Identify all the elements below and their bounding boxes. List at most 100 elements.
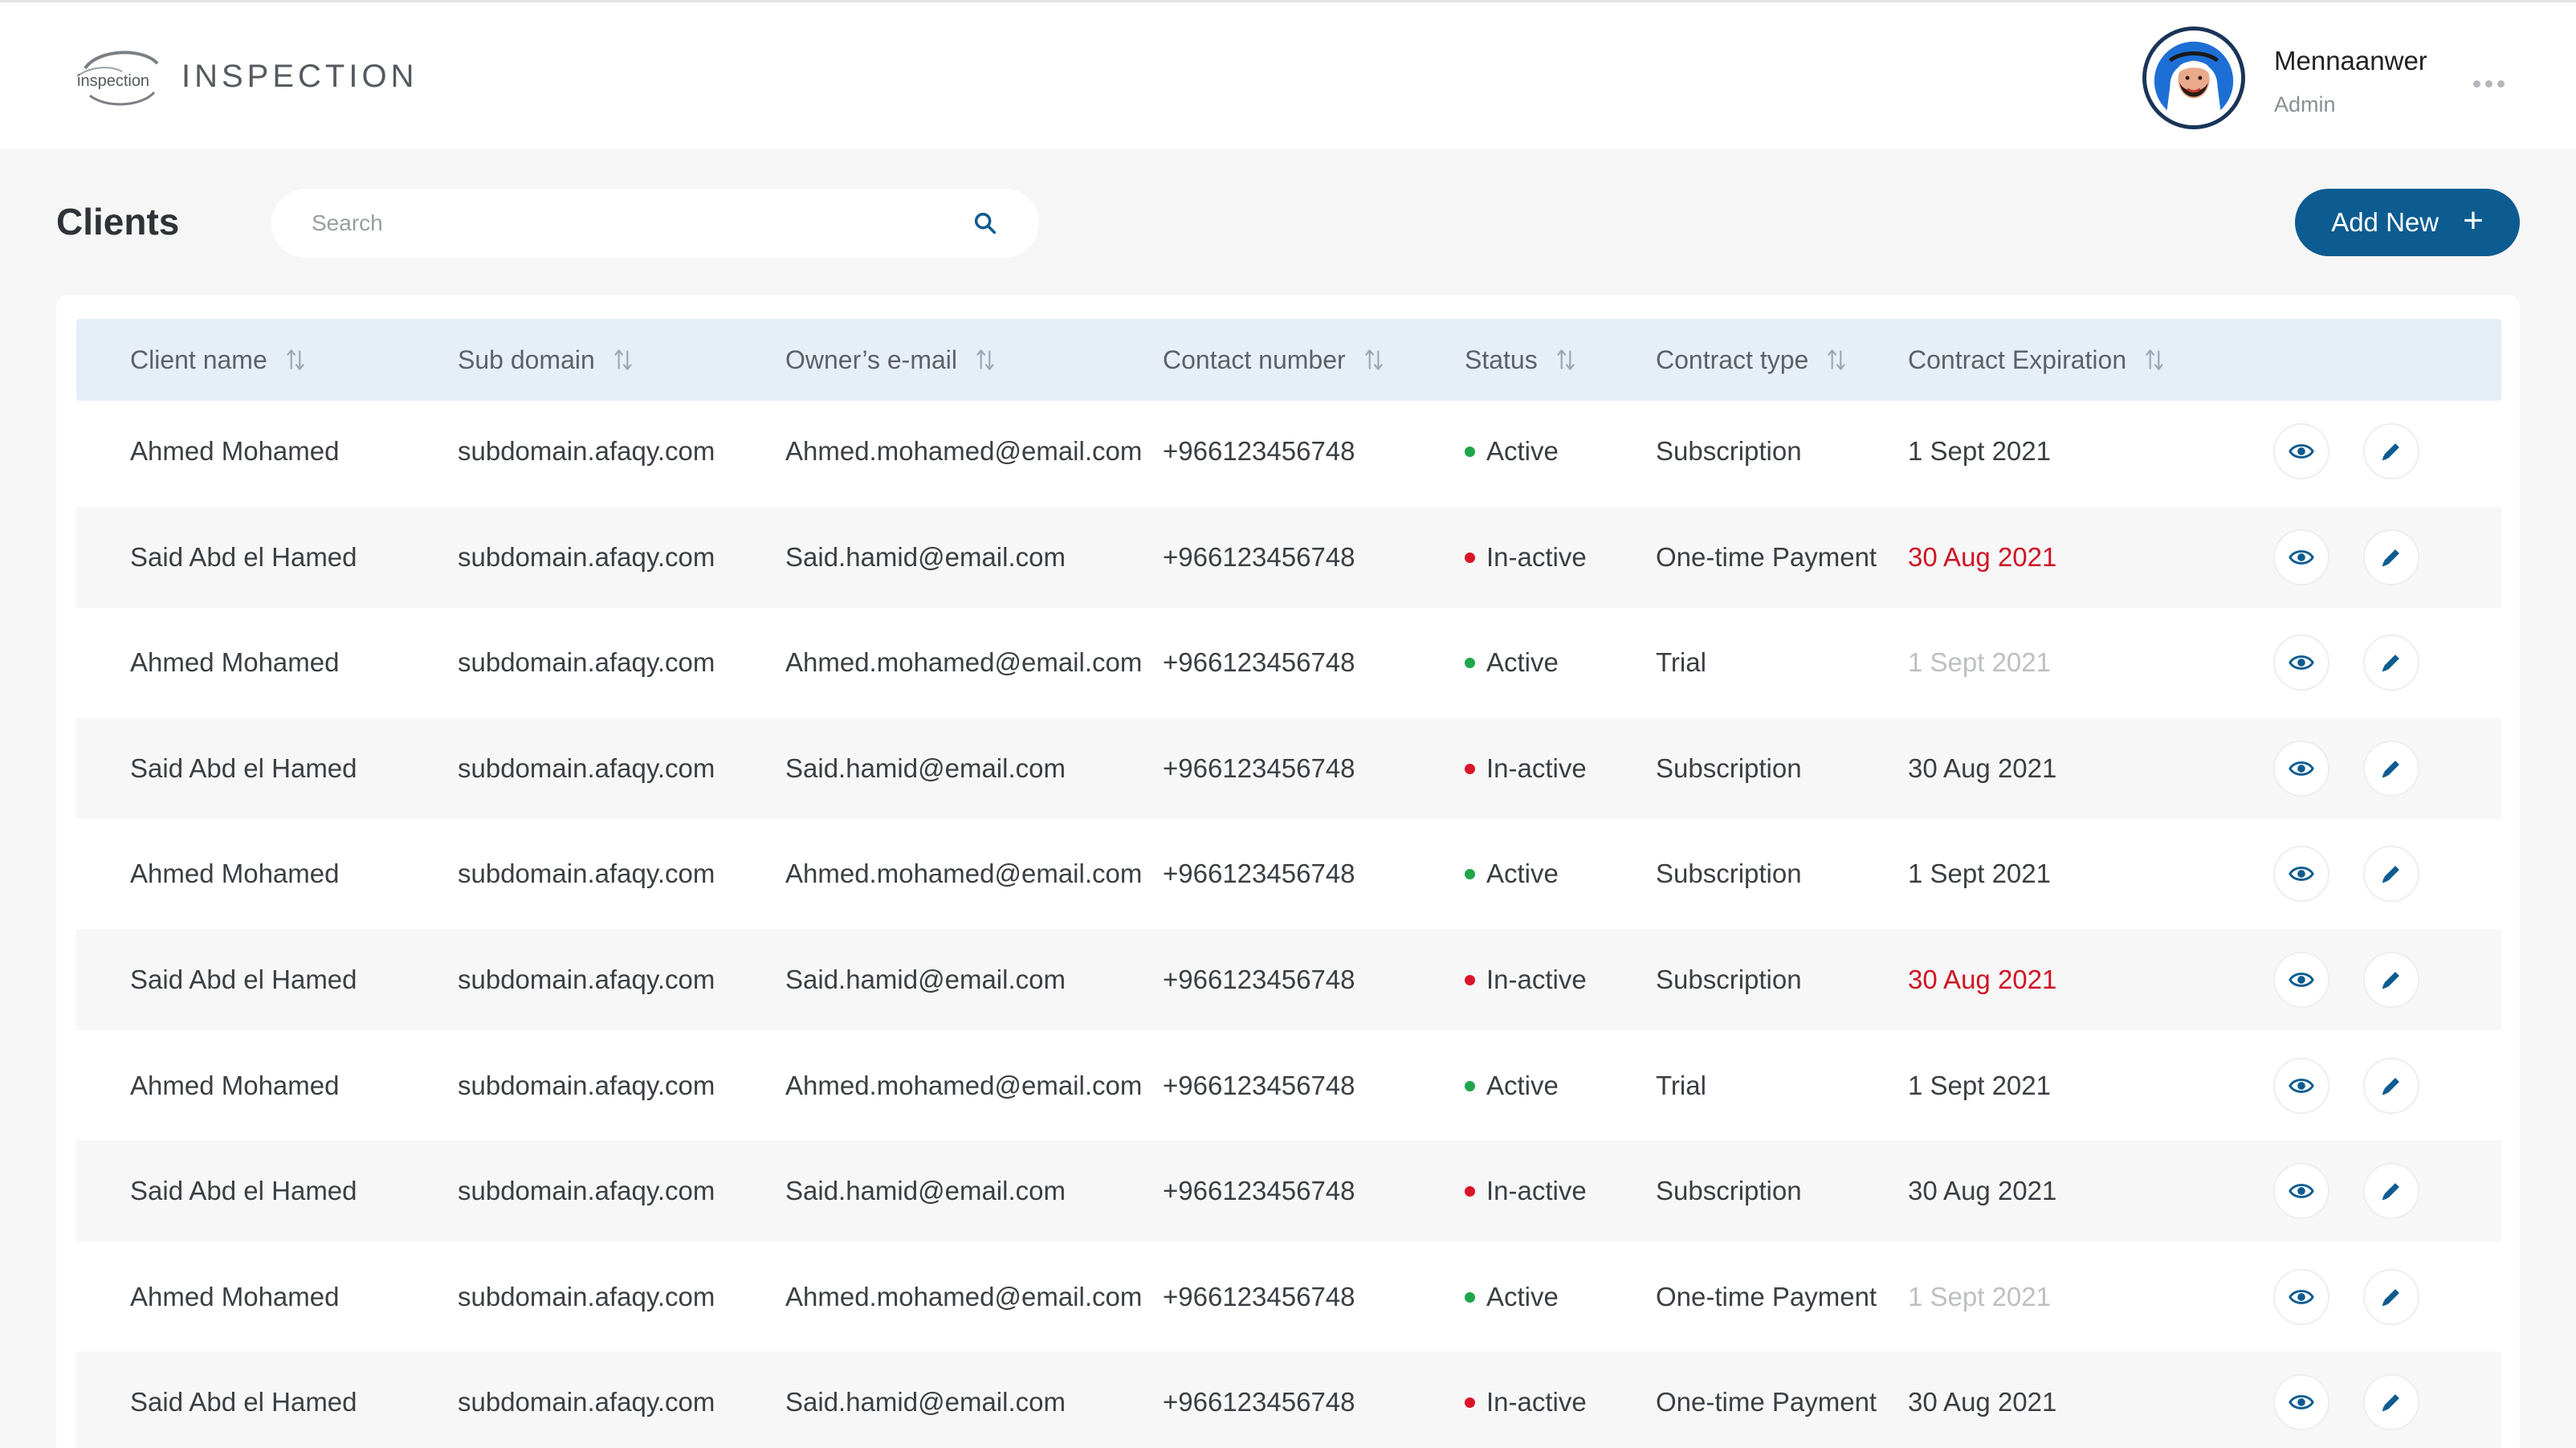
view-button[interactable] bbox=[2273, 1058, 2329, 1114]
view-button[interactable] bbox=[2273, 423, 2329, 479]
cell-text: Trial bbox=[1656, 1071, 1706, 1100]
cell-text: +966123456748 bbox=[1163, 1176, 1355, 1205]
table-row[interactable]: Said Abd el Hamed subdomain.afaqy.com Said… bbox=[76, 929, 2501, 1030]
table-row[interactable]: Said Abd el Hamed subdomain.afaqy.com Said… bbox=[76, 507, 2501, 608]
table-row[interactable]: Ahmed Mohamed subdomain.afaqy.com Ahmed.mo… bbox=[76, 1035, 2501, 1136]
column-header-contract-expiration[interactable]: Contract Expiration bbox=[1908, 319, 2165, 401]
search-icon[interactable] bbox=[972, 210, 999, 237]
view-button[interactable] bbox=[2273, 529, 2329, 585]
view-button[interactable] bbox=[2273, 740, 2329, 797]
column-header-label: Owner’s e-mail bbox=[785, 345, 957, 374]
cell-client-name: Ahmed Mohamed bbox=[130, 823, 339, 924]
view-button[interactable] bbox=[2273, 1163, 2329, 1219]
cell-contract-expiration: 30 Aug 2021 bbox=[1908, 507, 2056, 608]
status-dot-icon bbox=[1465, 1397, 1475, 1408]
edit-button[interactable] bbox=[2363, 740, 2419, 797]
edit-button[interactable] bbox=[2363, 529, 2419, 585]
pencil-icon bbox=[2382, 1183, 2399, 1201]
cell-sub-domain: subdomain.afaqy.com bbox=[458, 401, 715, 502]
sort-icon[interactable] bbox=[1826, 346, 1847, 373]
column-header-status[interactable]: Status bbox=[1465, 319, 1576, 401]
view-button[interactable] bbox=[2273, 1269, 2329, 1325]
table-row[interactable]: Said Abd el Hamed subdomain.afaqy.com Said… bbox=[76, 1352, 2501, 1448]
table-row[interactable]: Ahmed Mohamed subdomain.afaqy.com Ahmed.mo… bbox=[76, 401, 2501, 502]
cell-text: +966123456748 bbox=[1163, 647, 1355, 677]
view-button[interactable] bbox=[2273, 952, 2329, 1008]
sort-icon[interactable] bbox=[613, 346, 634, 373]
add-new-button[interactable]: Add New + bbox=[2295, 189, 2520, 256]
table-row[interactable]: Ahmed Mohamed subdomain.afaqy.com Ahmed.mo… bbox=[76, 823, 2501, 924]
cell-owner-email: Ahmed.mohamed@email.com bbox=[785, 401, 1142, 502]
sort-icon[interactable] bbox=[2144, 346, 2165, 373]
cell-text: Ahmed Mohamed bbox=[130, 647, 340, 677]
cell-status: In-active bbox=[1465, 1140, 1587, 1242]
cell-status: Active bbox=[1465, 823, 1559, 924]
brand-name: INSPECTION bbox=[181, 58, 418, 94]
cell-text: 1 Sept 2021 bbox=[1908, 1071, 2051, 1100]
table-row[interactable]: Said Abd el Hamed subdomain.afaqy.com Said… bbox=[76, 718, 2501, 819]
cell-contact-number: +966123456748 bbox=[1163, 1246, 1355, 1348]
table-row[interactable]: Said Abd el Hamed subdomain.afaqy.com Said… bbox=[76, 1140, 2501, 1242]
sort-icon[interactable] bbox=[1555, 346, 1576, 373]
edit-button[interactable] bbox=[2363, 1374, 2419, 1430]
view-button[interactable] bbox=[2273, 634, 2329, 691]
edit-button[interactable] bbox=[2363, 634, 2419, 691]
cell-client-name: Ahmed Mohamed bbox=[130, 1246, 339, 1348]
sort-icon[interactable] bbox=[975, 346, 996, 373]
status-text: In-active bbox=[1486, 542, 1587, 572]
eye-icon bbox=[2289, 1184, 2314, 1198]
edit-button[interactable] bbox=[2363, 846, 2419, 902]
cell-text: subdomain.afaqy.com bbox=[458, 859, 715, 888]
cell-owner-email: Said.hamid@email.com bbox=[785, 1352, 1066, 1448]
cell-contract-expiration: 1 Sept 2021 bbox=[1908, 1035, 2051, 1136]
cell-text: Ahmed Mohamed bbox=[130, 1282, 340, 1311]
cell-text: subdomain.afaqy.com bbox=[458, 1282, 715, 1311]
cell-text: Ahmed Mohamed bbox=[130, 436, 340, 466]
table-row[interactable]: Ahmed Mohamed subdomain.afaqy.com Ahmed.mo… bbox=[76, 1246, 2501, 1348]
more-options-icon[interactable] bbox=[2473, 73, 2509, 94]
cell-sub-domain: subdomain.afaqy.com bbox=[458, 1352, 715, 1448]
status-dot-icon bbox=[1465, 446, 1475, 457]
cell-text: Subscription bbox=[1656, 436, 1802, 466]
cell-owner-email: Said.hamid@email.com bbox=[785, 718, 1066, 819]
sort-icon[interactable] bbox=[285, 346, 306, 373]
column-header-owner-email[interactable]: Owner’s e-mail bbox=[785, 319, 996, 401]
pencil-icon bbox=[2382, 549, 2399, 567]
edit-button[interactable] bbox=[2363, 952, 2419, 1008]
cell-text: 1 Sept 2021 bbox=[1908, 1282, 2051, 1311]
status-text: In-active bbox=[1486, 753, 1587, 783]
status-text: Active bbox=[1486, 1282, 1559, 1311]
view-button[interactable] bbox=[2273, 846, 2329, 902]
cell-text: Ahmed.mohamed@email.com bbox=[785, 1282, 1143, 1311]
user-avatar[interactable] bbox=[2142, 27, 2245, 129]
cell-sub-domain: subdomain.afaqy.com bbox=[458, 929, 715, 1030]
app-logo[interactable]: inspection INSPECTION bbox=[74, 44, 418, 108]
status-text: Active bbox=[1486, 436, 1559, 466]
column-header-label: Contact number bbox=[1163, 345, 1346, 374]
pencil-icon bbox=[2382, 866, 2399, 883]
column-header-sub-domain[interactable]: Sub domain bbox=[458, 319, 634, 401]
user-role: Admin bbox=[2274, 92, 2336, 116]
search-input[interactable] bbox=[312, 210, 972, 236]
cell-text: +966123456748 bbox=[1163, 753, 1355, 783]
column-header-contract-type[interactable]: Contract type bbox=[1656, 319, 1847, 401]
edit-button[interactable] bbox=[2363, 1163, 2419, 1219]
sort-icon[interactable] bbox=[1363, 346, 1384, 373]
column-header-contact-number[interactable]: Contact number bbox=[1163, 319, 1384, 401]
edit-button[interactable] bbox=[2363, 1058, 2419, 1114]
eye-icon bbox=[2289, 550, 2314, 565]
status-dot-icon bbox=[1465, 1185, 1475, 1197]
pencil-icon bbox=[2382, 1078, 2399, 1095]
cell-text: subdomain.afaqy.com bbox=[458, 647, 715, 677]
view-button[interactable] bbox=[2273, 1374, 2329, 1430]
edit-button[interactable] bbox=[2363, 423, 2419, 479]
cell-owner-email: Ahmed.mohamed@email.com bbox=[785, 823, 1142, 924]
edit-button[interactable] bbox=[2363, 1269, 2419, 1325]
cell-owner-email: Said.hamid@email.com bbox=[785, 507, 1066, 608]
cell-text: Said.hamid@email.com bbox=[785, 1176, 1066, 1205]
cell-contract-type: One-time Payment bbox=[1656, 1246, 1877, 1348]
table-row[interactable]: Ahmed Mohamed subdomain.afaqy.com Ahmed.mo… bbox=[76, 612, 2501, 713]
cell-text: Said.hamid@email.com bbox=[785, 1387, 1066, 1417]
inspection-logo-icon: inspection bbox=[76, 51, 159, 106]
column-header-client-name[interactable]: Client name bbox=[130, 319, 306, 401]
